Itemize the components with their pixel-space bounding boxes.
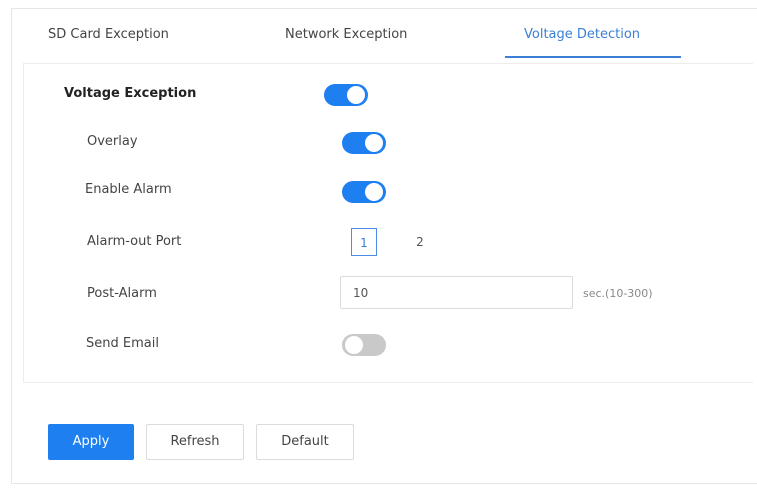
send-email-label: Send Email — [86, 336, 159, 351]
tab-sd-card-exception[interactable]: SD Card Exception — [48, 27, 169, 42]
toggle-knob — [345, 336, 363, 354]
apply-button[interactable]: Apply — [48, 424, 134, 460]
tab-network-exception[interactable]: Network Exception — [285, 27, 407, 42]
enable-alarm-toggle[interactable] — [342, 181, 386, 203]
voltage-exception-label: Voltage Exception — [64, 86, 197, 101]
active-tab-indicator — [505, 56, 681, 58]
voltage-exception-toggle[interactable] — [324, 84, 368, 106]
alarm-out-port-label: Alarm-out Port — [87, 234, 182, 249]
alarm-out-port-1[interactable]: 1 — [351, 228, 377, 256]
enable-alarm-label: Enable Alarm — [85, 182, 172, 197]
post-alarm-input[interactable] — [340, 276, 573, 309]
tab-bar: SD Card Exception Network Exception Volt… — [12, 9, 757, 59]
toggle-knob — [365, 183, 383, 201]
overlay-label: Overlay — [87, 134, 138, 149]
toggle-knob — [347, 86, 365, 104]
voltage-settings-panel — [23, 63, 753, 383]
refresh-button[interactable]: Refresh — [146, 424, 244, 460]
toggle-knob — [365, 134, 383, 152]
default-button[interactable]: Default — [256, 424, 354, 460]
tab-voltage-detection[interactable]: Voltage Detection — [524, 27, 640, 42]
post-alarm-range-hint: sec.(10-300) — [583, 287, 653, 300]
overlay-toggle[interactable] — [342, 132, 386, 154]
alarm-out-port-2[interactable]: 2 — [407, 228, 433, 256]
post-alarm-label: Post-Alarm — [87, 286, 157, 301]
send-email-toggle[interactable] — [342, 334, 386, 356]
